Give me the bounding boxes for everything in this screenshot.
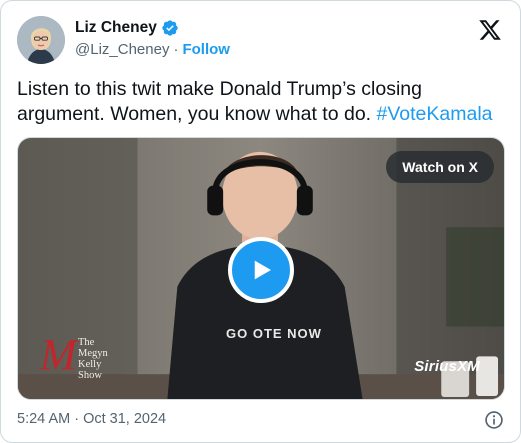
tweet-body: Listen to this twit make Donald Trump’s … [17,78,422,125]
show-logo-line: Show [78,370,102,381]
show-logo-words: The Megyn Kelly Show [78,337,108,381]
megyn-kelly-show-logo: M The Megyn Kelly Show [40,331,130,387]
info-icon[interactable] [484,410,504,430]
show-logo-line: The [78,337,95,348]
play-button[interactable] [228,237,294,303]
avatar-portrait [17,16,65,64]
author-avatar[interactable] [17,16,65,64]
hashtag-link[interactable]: #VoteKamala [377,103,493,125]
author-handle-row: @Liz_Cheney · Follow [75,41,230,58]
separator-dot: · [173,41,179,58]
show-logo-letter: M [40,330,77,379]
show-logo-line: Kelly [78,359,102,370]
video-player[interactable]: M The Megyn Kelly Show GO OTE NOW Sirius… [17,137,505,400]
show-logo-line: Megyn [78,348,108,359]
author-name-row: Liz Cheney [75,19,179,37]
author-display-name[interactable]: Liz Cheney [75,19,157,37]
tweet-timestamp[interactable]: 5:24 AM · Oct 31, 2024 [17,411,166,427]
follow-button[interactable]: Follow [182,41,230,58]
verified-badge-icon [161,19,179,37]
x-logo-icon[interactable] [478,18,502,42]
shirt-print-text: GO OTE NOW [226,326,322,341]
tweet-text: Listen to this twit make Donald Trump’s … [17,77,507,127]
watch-on-x-button[interactable]: Watch on X [386,151,494,183]
siriusxm-watermark: SiriusXM [414,358,480,375]
play-icon [254,260,271,280]
tweet-embed-card: Liz Cheney @Liz_Cheney · Follow Listen t… [0,0,521,443]
author-handle[interactable]: @Liz_Cheney [75,41,169,58]
